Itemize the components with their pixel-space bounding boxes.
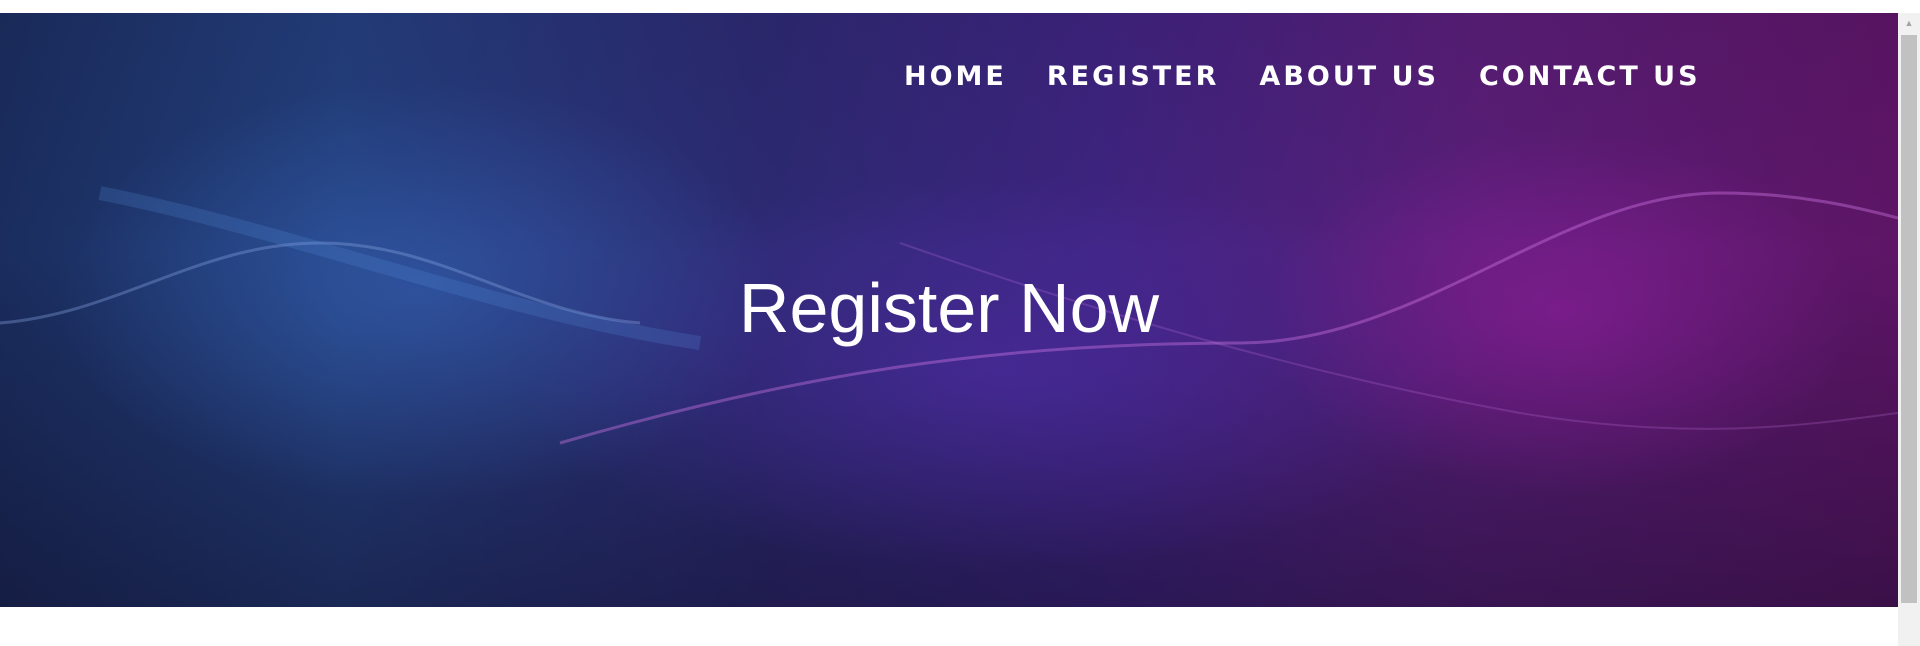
main-nav: HOME REGISTER ABOUT US CONTACT US <box>904 49 1701 105</box>
hero-title: Register Now <box>738 269 1160 347</box>
page: HOME REGISTER ABOUT US CONTACT US Regist… <box>0 0 1920 646</box>
nav-contact-us-link[interactable]: CONTACT US <box>1479 49 1701 105</box>
nav-about-us-link[interactable]: ABOUT US <box>1259 49 1439 105</box>
scrollbar-thumb[interactable] <box>1901 35 1917 603</box>
nav-register-link[interactable]: REGISTER <box>1047 49 1220 105</box>
scroll-up-icon[interactable]: ▲ <box>1898 13 1920 33</box>
hero-banner: HOME REGISTER ABOUT US CONTACT US Regist… <box>0 13 1898 607</box>
vertical-scrollbar[interactable]: ▲ <box>1898 13 1920 646</box>
nav-home-link[interactable]: HOME <box>904 49 1007 105</box>
